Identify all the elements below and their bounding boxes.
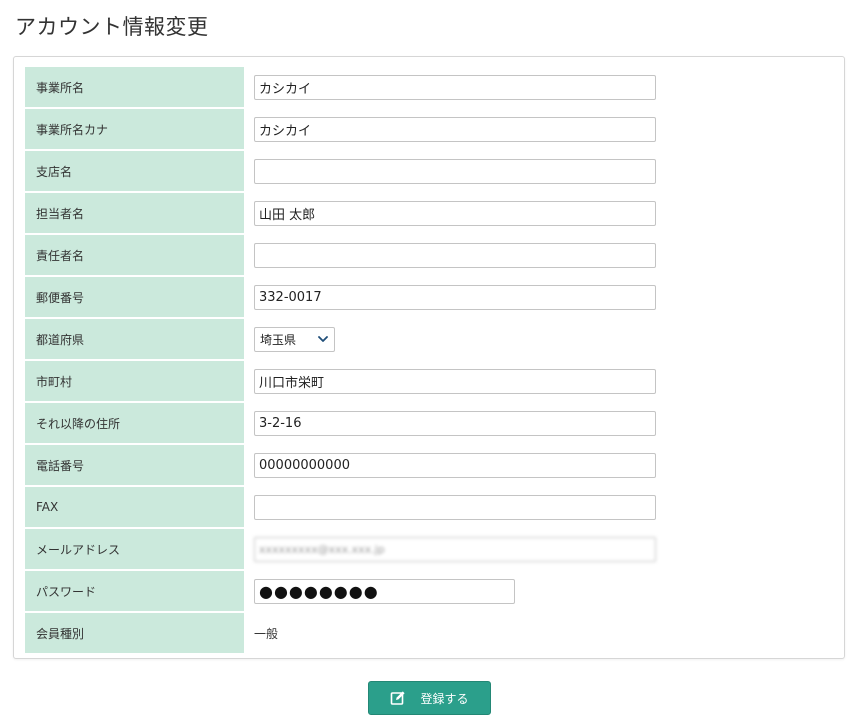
form-row-address: それ以降の住所 xyxy=(25,403,835,445)
account-form: 事業所名 事業所名カナ 支店名 担当者名 責任者名 郵便番号 都道府県 xyxy=(25,67,835,655)
member-type-label: 会員種別 xyxy=(25,613,244,653)
manager-name-input[interactable] xyxy=(254,242,656,268)
account-form-panel: 事業所名 事業所名カナ 支店名 担当者名 責任者名 郵便番号 都道府県 xyxy=(13,56,845,659)
register-button-label: 登録する xyxy=(420,691,469,706)
form-row-email: メールアドレス xyxy=(25,529,835,571)
form-row-manager-name: 責任者名 xyxy=(25,235,835,277)
city-input[interactable] xyxy=(254,368,656,394)
email-input[interactable] xyxy=(254,536,656,562)
phone-input[interactable] xyxy=(254,452,656,478)
fax-label: FAX xyxy=(25,487,244,527)
register-button[interactable]: 登録する xyxy=(368,681,491,715)
form-row-office-name: 事業所名 xyxy=(25,67,835,109)
prefecture-label: 都道府県 xyxy=(25,319,244,359)
address-input[interactable] xyxy=(254,410,656,436)
form-row-city: 市町村 xyxy=(25,361,835,403)
form-row-password: パスワード xyxy=(25,571,835,613)
form-row-phone: 電話番号 xyxy=(25,445,835,487)
manager-name-label: 責任者名 xyxy=(25,235,244,275)
contact-person-input[interactable] xyxy=(254,200,656,226)
prefecture-select[interactable]: 埼玉県 xyxy=(254,326,335,352)
prefecture-selected-value: 埼玉県 xyxy=(260,332,297,347)
office-name-kana-input[interactable] xyxy=(254,116,656,142)
form-row-branch-name: 支店名 xyxy=(25,151,835,193)
postal-code-label: 郵便番号 xyxy=(25,277,244,317)
form-row-fax: FAX xyxy=(25,487,835,529)
form-row-postal-code: 郵便番号 xyxy=(25,277,835,319)
fax-input[interactable] xyxy=(254,494,656,520)
password-input[interactable] xyxy=(254,578,515,604)
form-row-prefecture: 都道府県 埼玉県 xyxy=(25,319,835,361)
office-name-kana-label: 事業所名カナ xyxy=(25,109,244,149)
address-label: それ以降の住所 xyxy=(25,403,244,443)
chevron-down-icon xyxy=(318,334,328,344)
office-name-label: 事業所名 xyxy=(25,67,244,107)
password-label: パスワード xyxy=(25,571,244,611)
contact-person-label: 担当者名 xyxy=(25,193,244,233)
city-label: 市町村 xyxy=(25,361,244,401)
form-row-member-type: 会員種別 一般 xyxy=(25,613,835,655)
branch-name-input[interactable] xyxy=(254,158,656,184)
member-type-value: 一般 xyxy=(254,626,279,641)
email-label: メールアドレス xyxy=(25,529,244,569)
edit-icon xyxy=(390,690,406,706)
postal-code-input[interactable] xyxy=(254,284,656,310)
page-title: アカウント情報変更 xyxy=(15,15,209,39)
phone-label: 電話番号 xyxy=(25,445,244,485)
form-row-contact-person: 担当者名 xyxy=(25,193,835,235)
branch-name-label: 支店名 xyxy=(25,151,244,191)
office-name-input[interactable] xyxy=(254,74,656,100)
form-row-office-name-kana: 事業所名カナ xyxy=(25,109,835,151)
